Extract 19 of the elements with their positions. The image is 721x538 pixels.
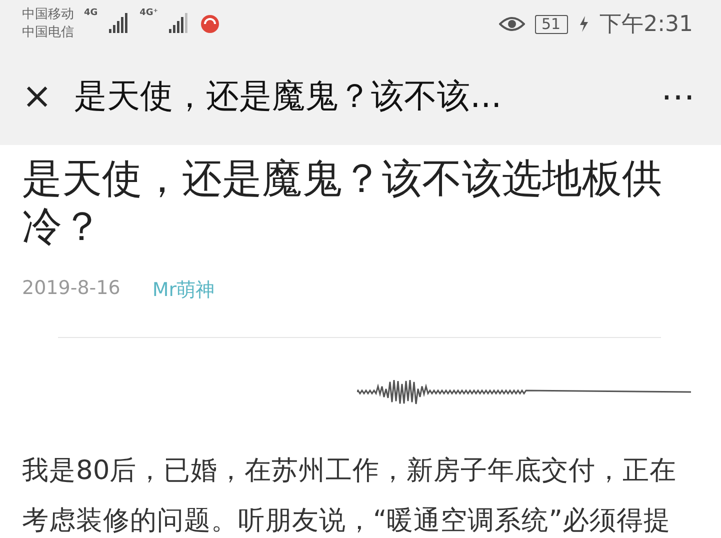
- body-text: 我是80后，已婚，在苏州工作，新房子年底交付，正在: [22, 454, 678, 488]
- charging-icon: [578, 15, 590, 33]
- more-button[interactable]: ⋯: [661, 76, 695, 116]
- body-text: 考虑装修的问题。听朋友说，“暖通空调系统”必须得提: [22, 504, 672, 538]
- publish-date: 2019-8-16: [22, 277, 120, 301]
- app-logo-icon: [200, 14, 220, 34]
- close-button[interactable]: ×: [22, 78, 52, 114]
- network-type: 4G⁺: [140, 8, 158, 18]
- signal-icon: [108, 13, 130, 35]
- carrier-name: 中国电信: [22, 24, 74, 42]
- battery-level: 51: [534, 14, 568, 34]
- carrier-name: 中国移动: [22, 6, 74, 24]
- article-title: 冷？: [22, 203, 103, 251]
- network-type: 4G: [84, 8, 98, 18]
- signal-icon: [168, 13, 190, 35]
- page-title: 是天使，还是魔鬼？该不该...: [74, 75, 503, 117]
- clock-time: 下午2:31: [600, 11, 693, 39]
- article-title: 是天使，还是魔鬼？该不该选地板供: [22, 155, 663, 203]
- eye-icon: [498, 15, 524, 33]
